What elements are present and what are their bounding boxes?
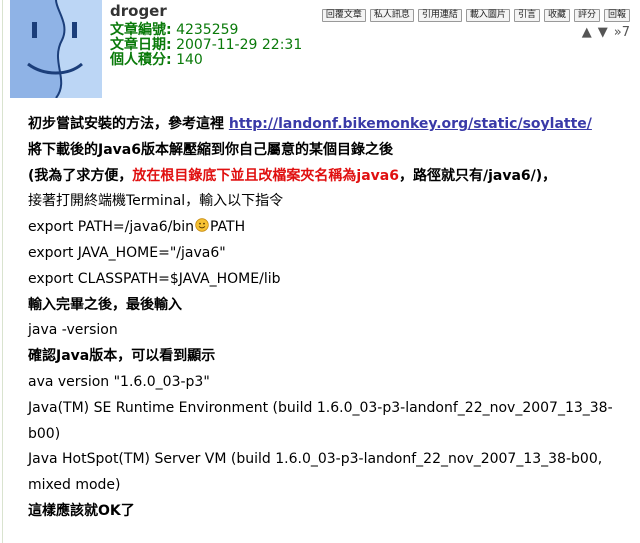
user-score: 140 xyxy=(176,52,203,68)
post-line-7: export CLASSPATH=$JAVA_HOME/lib xyxy=(28,270,281,287)
report-button[interactable]: 回報 xyxy=(603,9,630,22)
article-id-label: 文章編號: xyxy=(110,22,172,38)
private-message-button[interactable]: 私人訊息 xyxy=(369,9,414,22)
bookmark-button[interactable]: 收藏 xyxy=(543,9,570,22)
post-line-6: export JAVA_HOME="/java6" xyxy=(28,244,226,261)
rate-button[interactable]: 評分 xyxy=(573,9,600,22)
username[interactable]: droger xyxy=(110,2,167,20)
vote-jump-link[interactable]: »7 xyxy=(614,25,630,40)
post-line-4: 接著打開終端機Terminal，輸入以下指令 xyxy=(28,193,284,210)
post-toolbar: 回覆文章 私人訊息 引用連結 載入圖片 引言 收藏 評分 回報 xyxy=(321,9,630,22)
vote-up-icon[interactable]: ▲ xyxy=(582,25,592,40)
post-line-10: 確認Java版本，可以看到顯示 xyxy=(28,348,216,365)
smiley-icon xyxy=(195,218,209,232)
vote-controls: ▲ ▼ »7 xyxy=(582,25,630,40)
post-line-11: ava version "1.6.0_03-p3" xyxy=(28,373,210,390)
left-border xyxy=(2,0,3,543)
user-meta: 文章編號: 4235259 文章日期: 2007-11-29 22:31 個人積… xyxy=(110,23,302,68)
post-line-9: java -version xyxy=(28,322,118,339)
article-date: 2007-11-29 22:31 xyxy=(176,37,303,53)
post-line-3: (我為了求方便，放在根目錄底下並且改檔案夾名稱為java6，路徑就只有/java… xyxy=(28,167,557,184)
post-line-1: 初步嘗試安裝的方法，參考這裡 http://landonf.bikemonkey… xyxy=(28,116,592,132)
quote-button[interactable]: 引言 xyxy=(513,9,540,22)
quote-link-button[interactable]: 引用連結 xyxy=(417,9,462,22)
date-label: 文章日期: xyxy=(110,37,172,53)
reply-button[interactable]: 回覆文章 xyxy=(321,9,366,22)
post-line-5: export PATH=/java6/bin PATH xyxy=(28,218,246,236)
avatar xyxy=(10,0,102,98)
load-images-button[interactable]: 載入圖片 xyxy=(465,9,510,22)
article-id: 4235259 xyxy=(176,22,239,38)
soylatte-link[interactable]: http://landonf.bikemonkey.org/static/soy… xyxy=(229,116,592,132)
post-line-14: 這樣應該就OK了 xyxy=(28,502,135,519)
score-label: 個人積分: xyxy=(110,52,172,68)
post-line-8: 輸入完畢之後，最後輸入 xyxy=(28,296,182,313)
post-line-13: Java HotSpot(TM) Server VM (build 1.6.0_… xyxy=(28,451,603,494)
post-body: 初步嘗試安裝的方法，參考這裡 http://landonf.bikemonkey… xyxy=(28,112,636,525)
post-line-2: 將下載後的Java6版本解壓縮到你自己屬意的某個目錄之後 xyxy=(28,141,393,158)
vote-down-icon[interactable]: ▼ xyxy=(598,25,608,40)
post-line-12: Java(TM) SE Runtime Environment (build 1… xyxy=(28,399,613,442)
highlight-text: 放在根目錄底下並且改檔案夾名稱為java6 xyxy=(132,167,399,184)
